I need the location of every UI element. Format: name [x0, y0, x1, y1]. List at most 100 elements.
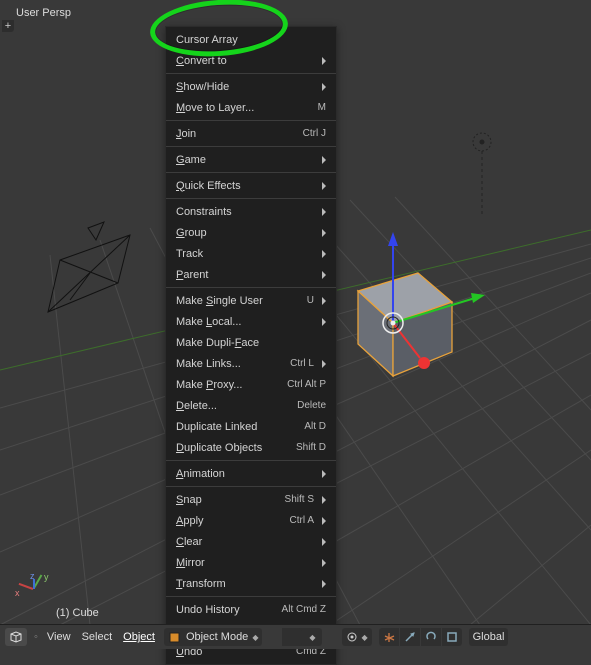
submenu-arrow-icon: [322, 182, 326, 190]
menu-item-duplicate-linked[interactable]: Duplicate LinkedAlt D: [166, 416, 336, 437]
menu-item-label: Make Single User: [176, 295, 263, 307]
pivot-point-selector[interactable]: ◆: [342, 628, 371, 646]
submenu-arrow-icon: [322, 156, 326, 164]
menu-item-delete[interactable]: Delete...Delete: [166, 395, 336, 416]
manipulator-icon: [382, 630, 396, 644]
submenu-arrow-icon: [322, 297, 326, 305]
submenu-arrow-icon: [322, 538, 326, 546]
rotate-manipulator[interactable]: [421, 628, 441, 646]
menu-item-shortcut: Ctrl J: [303, 128, 326, 139]
menu-item-track[interactable]: Track: [166, 243, 336, 264]
menu-item-make-links[interactable]: Make Links... Ctrl L: [166, 353, 336, 374]
manipulator-toggle[interactable]: [379, 628, 399, 646]
menu-separator: [166, 198, 336, 199]
menu-item-label: Group: [176, 227, 207, 239]
scale-icon: [445, 630, 459, 644]
menu-item-constraints[interactable]: Constraints: [166, 201, 336, 222]
menu-item-label: Cursor Array: [176, 34, 238, 46]
mode-selector[interactable]: Object Mode ◆: [164, 628, 263, 646]
menu-item-shortcut: Shift S: [285, 494, 314, 505]
object-menu-header[interactable]: Object: [121, 631, 157, 643]
menu-item-animation[interactable]: Animation: [166, 463, 336, 484]
menu-item-shortcut: M: [318, 102, 326, 113]
select-menu[interactable]: Select: [80, 631, 115, 643]
menu-item-label: Show/Hide: [176, 81, 229, 93]
menu-separator: [166, 73, 336, 74]
menu-item-join[interactable]: JoinCtrl J: [166, 123, 336, 144]
menu-item-convert-to[interactable]: Convert to: [166, 50, 336, 71]
menu-separator: [166, 287, 336, 288]
menu-item-label: Undo History: [176, 604, 240, 616]
editor-type-selector[interactable]: [5, 628, 27, 646]
menu-item-label: Move to Layer...: [176, 102, 254, 114]
menu-item-shortcut: Shift D: [296, 442, 326, 453]
menu-item-label: Track: [176, 248, 203, 260]
menu-item-label: Make Proxy...: [176, 379, 242, 391]
menu-item-label: Make Dupli-Face: [176, 337, 259, 349]
menu-item-label: Transform: [176, 578, 226, 590]
viewport-shading-buttons[interactable]: ◆: [282, 628, 322, 646]
viewport-perspective-label: User Persp: [16, 7, 71, 19]
menu-item-label: Constraints: [176, 206, 232, 218]
scale-manipulator[interactable]: [442, 628, 462, 646]
menu-item-shortcut: U: [307, 295, 314, 306]
submenu-arrow-icon: [322, 83, 326, 91]
submenu-arrow-icon: [322, 517, 326, 525]
menu-item-shortcut: Ctrl A: [290, 515, 314, 526]
menu-item-make-proxy[interactable]: Make Proxy... Ctrl Alt P: [166, 374, 336, 395]
3d-viewport[interactable]: User Persp + (1) Cube zyx Cursor ArrayCo…: [0, 0, 591, 625]
view-menu[interactable]: View: [45, 631, 73, 643]
expand-toolbar-button[interactable]: +: [2, 20, 14, 32]
solid-sphere-icon: [282, 628, 302, 646]
menu-item-game[interactable]: Game: [166, 149, 336, 170]
shading-toggle-button[interactable]: ◆: [302, 628, 322, 646]
submenu-arrow-icon: [322, 580, 326, 588]
menu-item-transform[interactable]: Transform: [166, 573, 336, 594]
viewport-active-object-label: (1) Cube: [56, 607, 99, 619]
translate-icon: [403, 630, 417, 644]
submenu-arrow-icon: [322, 271, 326, 279]
menu-item-quick-effects[interactable]: Quick Effects: [166, 175, 336, 196]
menu-item-make-dupli-face[interactable]: Make Dupli-Face: [166, 332, 336, 353]
menu-separator: [166, 172, 336, 173]
menu-item-snap[interactable]: SnapShift S: [166, 489, 336, 510]
menu-separator: [166, 120, 336, 121]
menu-item-label: Convert to: [176, 55, 227, 67]
menu-separator: [166, 460, 336, 461]
menu-item-parent[interactable]: Parent: [166, 264, 336, 285]
viewport-cube-icon: [8, 630, 24, 644]
menu-item-label: Animation: [176, 468, 225, 480]
menu-item-label: Parent: [176, 269, 208, 281]
shading-solid-button[interactable]: [282, 628, 302, 646]
menu-item-cursor-array[interactable]: Cursor Array: [166, 29, 336, 50]
menu-item-shortcut: Ctrl Alt P: [287, 379, 326, 390]
menu-item-group[interactable]: Group: [166, 222, 336, 243]
submenu-arrow-icon: [322, 318, 326, 326]
submenu-arrow-icon: [322, 57, 326, 65]
menu-item-undo-history[interactable]: Undo History Alt Cmd Z: [166, 599, 336, 620]
menu-item-shortcut: Alt Cmd Z: [282, 604, 326, 615]
submenu-arrow-icon: [322, 360, 326, 368]
menu-item-make-single-user[interactable]: Make Single User U: [166, 290, 336, 311]
translate-manipulator[interactable]: [400, 628, 420, 646]
menu-item-label: Quick Effects: [176, 180, 241, 192]
menu-item-make-local[interactable]: Make Local...: [166, 311, 336, 332]
menu-item-label: Game: [176, 154, 206, 166]
menu-item-move-to-layer[interactable]: Move to Layer... M: [166, 97, 336, 118]
pivot-icon: [346, 631, 358, 643]
menu-item-label: Make Links...: [176, 358, 241, 370]
menu-item-duplicate-objects[interactable]: Duplicate Objects Shift D: [166, 437, 336, 458]
menu-item-label: Delete...: [176, 400, 217, 412]
menu-item-clear[interactable]: Clear: [166, 531, 336, 552]
menu-item-mirror[interactable]: Mirror: [166, 552, 336, 573]
menu-item-shortcut: Ctrl L: [290, 358, 314, 369]
submenu-arrow-icon: [322, 229, 326, 237]
submenu-arrow-icon: [322, 559, 326, 567]
menu-separator: [166, 146, 336, 147]
menu-item-label: Duplicate Objects: [176, 442, 262, 454]
manipulator-toggles: [379, 628, 462, 646]
menu-item-show-hide[interactable]: Show/Hide: [166, 76, 336, 97]
menu-item-label: Clear: [176, 536, 202, 548]
menu-item-apply[interactable]: ApplyCtrl A: [166, 510, 336, 531]
transform-orientation-selector[interactable]: Global: [469, 628, 509, 646]
